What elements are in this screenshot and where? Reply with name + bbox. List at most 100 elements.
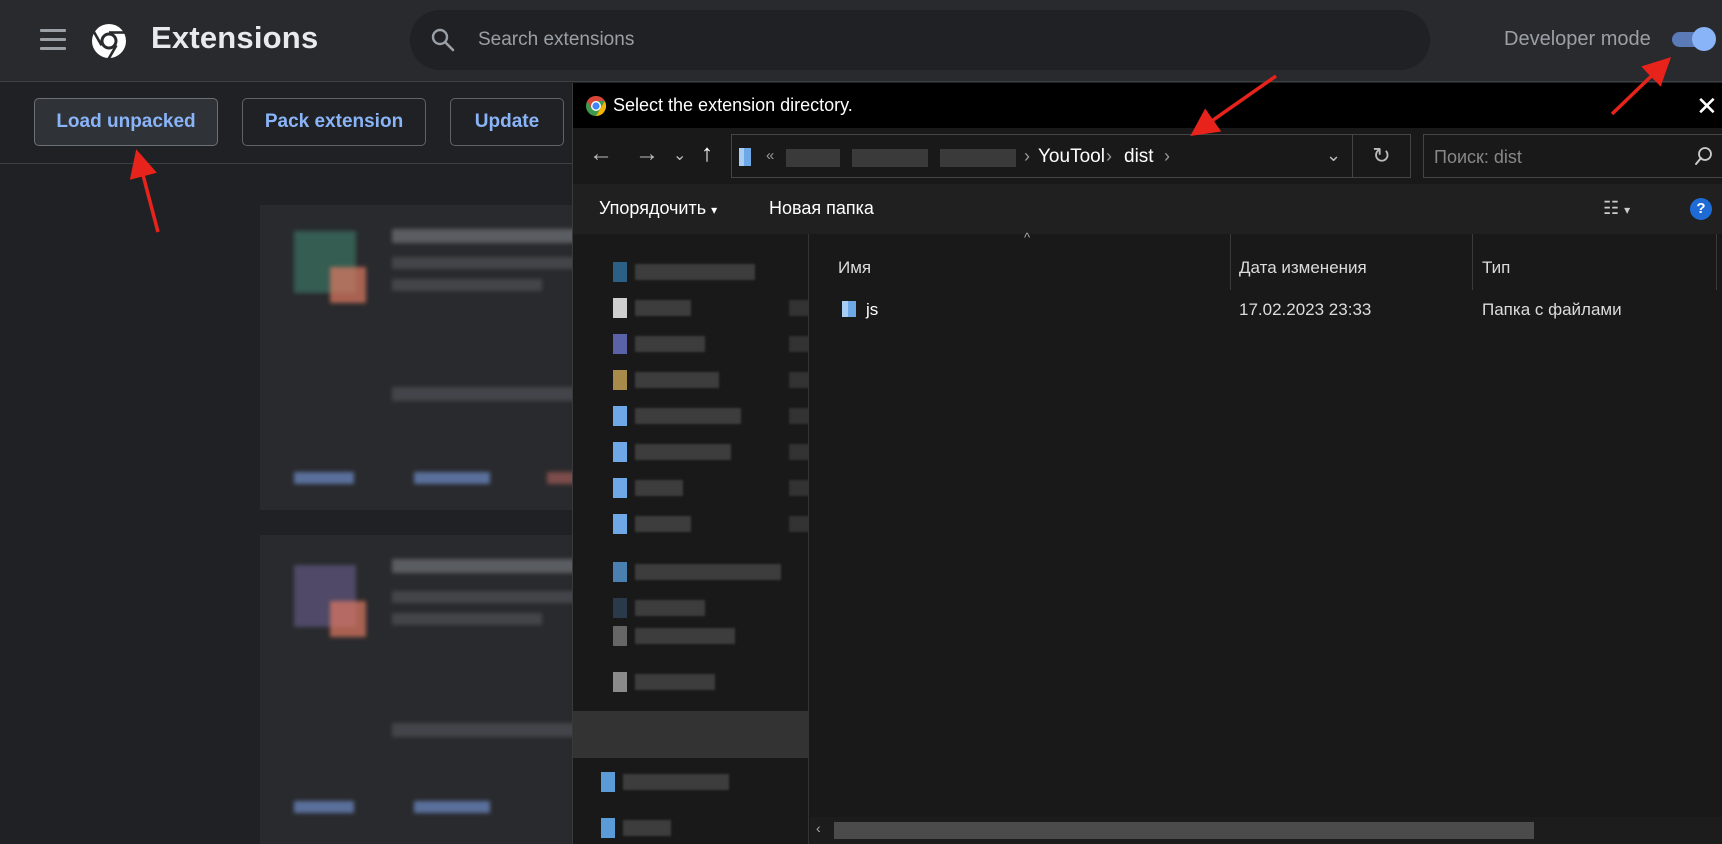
extension-id [392,723,580,737]
nav-item-icon [613,626,627,646]
remove-link [414,472,490,484]
nav-item-icon [613,562,627,582]
extension-version [392,257,580,269]
nav-item-icon [613,442,627,462]
folder-icon [842,301,856,317]
extension-icon-badge [330,601,366,637]
nav-item-label [635,336,705,352]
horizontal-scrollbar[interactable]: ‹ [810,817,1722,844]
menu-icon[interactable] [40,29,66,50]
nav-item-extra [789,408,808,424]
navigation-pane [573,234,809,844]
extension-card [260,535,580,844]
nav-item-extra [789,516,808,532]
column-header-type[interactable]: Тип [1482,258,1510,278]
chrome-logo-icon [92,24,126,60]
path-segment-youtool[interactable]: YouTool [1038,146,1105,168]
file-date: 17.02.2023 23:33 [1239,300,1372,319]
remove-link [414,801,490,813]
nav-item-label [635,372,719,388]
path-segment-hidden [940,149,1016,167]
nav-item-label [635,480,683,496]
file-row[interactable]: js 17.02.2023 23:33 Папка с файлами [810,294,1722,324]
select-directory-dialog: Select the extension directory. ✕ ← → ⌄ … [572,83,1722,844]
address-dropdown-icon[interactable]: ⌄ [1326,145,1341,166]
up-arrow-icon[interactable]: ↑ [701,140,713,168]
address-bar[interactable]: « › YouTool › dist › ⌄ ↻ [731,134,1411,178]
nav-item-icon [613,334,627,354]
scroll-left-icon[interactable]: ‹ [816,820,821,836]
search-extensions-field[interactable]: Search extensions [410,10,1430,70]
toggle-knob [1692,27,1716,51]
dialog-titlebar: Select the extension directory. ✕ [573,83,1722,128]
path-segment-dist[interactable]: dist [1124,146,1154,168]
new-folder-button[interactable]: Новая папка [769,198,874,219]
search-placeholder: Search extensions [478,29,635,50]
extension-id [392,387,580,401]
column-header-name[interactable]: Имя [838,258,871,278]
close-icon[interactable]: ✕ [1696,91,1722,122]
developer-mode-label: Developer mode [1504,28,1651,50]
dialog-title: Select the extension directory. [613,95,853,115]
folder-icon [739,148,751,166]
nav-item-extra [789,372,808,388]
nav-item-label [635,516,691,532]
nav-item-label [635,600,705,616]
extension-card [260,205,580,510]
path-segment-hidden [786,149,840,167]
load-unpacked-button[interactable]: Load unpacked [34,98,218,146]
extension-icon-badge [330,267,366,303]
extension-description [392,279,542,291]
nav-item-selected[interactable] [573,711,808,758]
sort-indicator-icon: ^ [1024,230,1031,245]
nav-item-icon [613,598,627,618]
nav-item-extra [789,480,808,496]
page-title: Extensions [151,20,319,55]
details-link [294,801,354,813]
update-button[interactable]: Update [450,98,564,146]
back-arrow-icon[interactable]: ← [589,140,613,168]
pack-extension-button[interactable]: Pack extension [242,98,426,146]
extension-name [392,229,580,243]
nav-item-icon [613,672,627,692]
dialog-navigation-bar: ← → ⌄ ↑ « › YouTool › dist › ⌄ ↻ Поиск: … [573,128,1722,182]
search-icon [1695,147,1712,165]
developer-mode-toggle[interactable] [1672,27,1716,51]
path-separator: › [1164,146,1170,166]
arrow-to-load-unpacked [129,149,160,233]
nav-item-icon [613,514,627,534]
nav-item-extra [789,300,808,316]
column-divider[interactable] [1230,234,1231,290]
help-icon[interactable]: ? [1690,198,1712,220]
nav-item-icon [613,298,627,318]
folder-search-placeholder: Поиск: dist [1434,147,1522,167]
path-overflow[interactable]: « [766,147,774,164]
refresh-icon[interactable]: ↻ [1352,135,1410,177]
nav-item-extra [789,444,808,460]
nav-item-label [623,774,729,790]
column-divider[interactable] [1472,234,1473,290]
nav-item-icon [601,818,615,838]
organize-label: Упорядочить [599,198,707,218]
nav-item-label [635,674,715,690]
nav-item-icon [613,406,627,426]
scrollbar-thumb[interactable] [834,822,1534,839]
view-options-icon[interactable]: ☷ ▾ [1603,198,1630,219]
column-header-date[interactable]: Дата изменения [1239,258,1367,278]
path-separator: › [1106,146,1112,166]
nav-item-label [635,564,781,580]
forward-arrow-icon[interactable]: → [635,140,659,168]
extensions-header: Extensions Search extensions Developer m… [0,0,1722,82]
nav-item-label [635,628,735,644]
file-list: ^ Имя Дата изменения Тип js 17.02.2023 2… [810,230,1722,844]
file-type: Папка с файлами [1482,300,1622,319]
recent-locations-chevron-icon[interactable]: ⌄ [673,145,686,165]
folder-search-field[interactable]: Поиск: dist [1423,134,1722,178]
column-divider[interactable] [1716,234,1717,290]
details-link [294,472,354,484]
extension-name [392,559,580,573]
organize-button[interactable]: Упорядочить ▾ [599,198,717,219]
command-bar: Упорядочить ▾ Новая папка ☷ ▾ ? [573,184,1722,234]
search-icon [431,28,455,52]
extension-description [392,613,542,625]
